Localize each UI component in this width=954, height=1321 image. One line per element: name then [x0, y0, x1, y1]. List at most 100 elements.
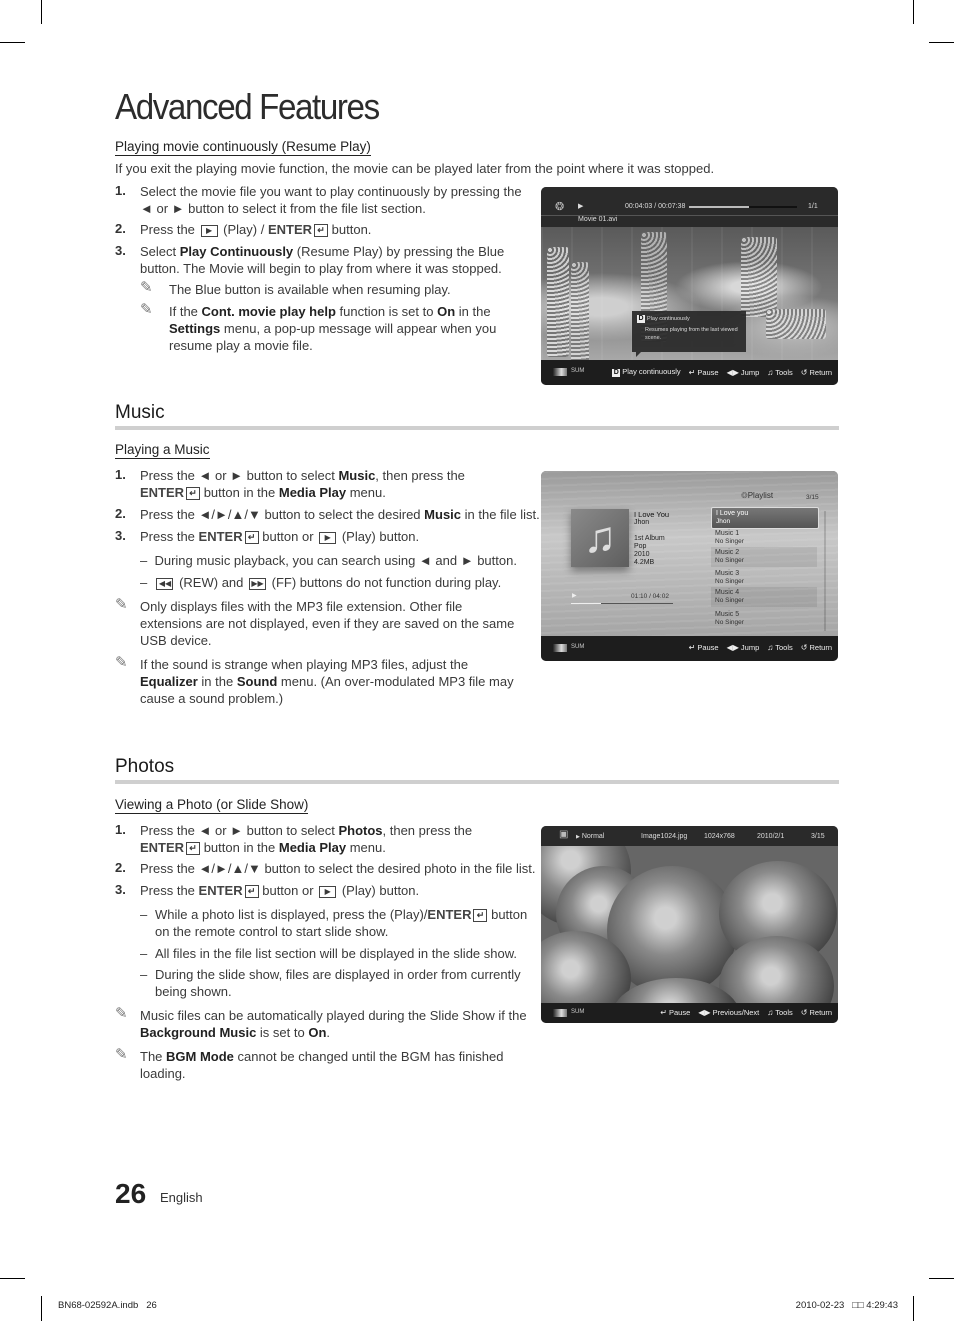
- enter-label: ENTER: [140, 840, 185, 855]
- enter-label: ENTER: [427, 907, 472, 922]
- playlist-item[interactable]: Music 5 No Singer: [711, 609, 817, 629]
- control-tools[interactable]: ♫ Tools: [767, 368, 793, 377]
- text: button or: [262, 883, 314, 898]
- step-text: Select Play Continuously (Resume Play) b…: [140, 243, 525, 277]
- file-name: Image1024.jpg: [641, 833, 688, 840]
- control-pause[interactable]: ↵ Pause: [689, 643, 719, 652]
- player-control-bar: SUM D Play continuously ↵ Pause ◀▶ Jump ♫ To…: [541, 360, 838, 385]
- bold-term: Settings: [169, 321, 221, 336]
- bold-term: Music: [424, 507, 462, 522]
- control-jump[interactable]: ◀▶ Jump: [727, 643, 760, 652]
- progress-bar[interactable]: [571, 603, 673, 604]
- usb-device-icon: [553, 1009, 567, 1017]
- playlist-item[interactable]: Music 3 No Singer: [711, 568, 817, 588]
- dash-item: All files in the file list section will …: [155, 946, 518, 961]
- step-text: Press the ◄ or ► button to select Music,…: [140, 467, 500, 501]
- text: , then press the: [375, 468, 465, 483]
- enter-key-icon: ↵: [186, 842, 201, 856]
- view-mode: ▶ Normal: [576, 833, 604, 840]
- control-pause[interactable]: ↵ Pause: [689, 368, 719, 377]
- control-jump[interactable]: ◀▶ Jump: [727, 368, 760, 377]
- text: button or: [262, 529, 314, 544]
- note-text: If the Cont. movie play help function is…: [169, 303, 514, 354]
- track-title: Music 2: [715, 549, 740, 556]
- text: in the: [458, 304, 491, 319]
- track-singer: No Singer: [715, 597, 744, 604]
- text: menu.: [349, 840, 386, 855]
- film-reel-icon: ❂: [555, 201, 565, 213]
- song-album: 1st Album: [634, 535, 665, 542]
- track-title: Music 1: [715, 530, 740, 537]
- playlist-item[interactable]: Music 4 No Singer: [711, 587, 817, 607]
- page-title: Advanced Features: [115, 86, 380, 127]
- song-size: 4.2MB: [634, 559, 655, 566]
- player-control-bar: SUM ↵ Pause ◀▶ Previous/Next ♫ Tools ↺ Retur…: [541, 1003, 838, 1023]
- playlist-item-selected[interactable]: I Love you Jhon: [711, 507, 819, 529]
- playlist-scrollbar[interactable]: [824, 511, 826, 631]
- movie-player-screenshot: ❂ ▶ 00:04:03 / 00:07:38 1/1 Movie 01.avi…: [541, 187, 838, 385]
- photo-date: 2010/2/1: [757, 833, 785, 840]
- dash-item: – ◀◀ (REW) and ▶▶ (FF) buttons do not fu…: [140, 575, 502, 590]
- file-count: 3/15: [811, 833, 825, 840]
- track-singer: No Singer: [715, 538, 744, 545]
- step-number: 1.: [115, 467, 126, 482]
- track-count: 3/15: [806, 494, 819, 501]
- control-label: Return: [809, 367, 832, 377]
- note-text: Only displays files with the MP3 file ex…: [140, 599, 515, 648]
- control-return[interactable]: ↺ Return: [801, 1008, 832, 1017]
- progress-bar[interactable]: [689, 206, 797, 208]
- control-pause[interactable]: ↵ Pause: [660, 1008, 690, 1017]
- control-return[interactable]: ↺ Return: [801, 643, 832, 652]
- text: The: [140, 1049, 163, 1064]
- bold-term: On: [308, 1025, 327, 1040]
- crop-mark: [929, 1278, 954, 1279]
- text: (Play) /: [223, 222, 265, 237]
- song-year: 2010: [634, 551, 650, 558]
- control-tools[interactable]: ♫ Tools: [767, 1008, 793, 1017]
- step-number: 2.: [115, 860, 126, 875]
- note-text: The Blue button is available when resumi…: [169, 282, 451, 297]
- control-label: Tools: [775, 1008, 793, 1017]
- control-play-continuously[interactable]: D Play continuously: [612, 367, 681, 377]
- text: Press the: [140, 529, 195, 544]
- text: (Play) button.: [341, 883, 420, 898]
- file-name: Movie 01.avi: [578, 216, 618, 223]
- playlist-item[interactable]: Music 2 No Singer: [711, 547, 817, 567]
- note-pencil-icon: ✎: [115, 654, 128, 671]
- print-slug-file: BN68-02592A.indb 26: [58, 1300, 157, 1311]
- text: menu.: [349, 485, 386, 500]
- player-control-bar: SUM ↵ Pause ◀▶ Jump ♫ Tools ↺ Return: [541, 636, 838, 661]
- rewind-key-icon: ◀◀: [156, 577, 174, 590]
- bold-term: Photos: [338, 823, 383, 838]
- step-number: 3.: [115, 882, 126, 897]
- text: function is set to: [339, 304, 434, 319]
- play-key-icon: ▶: [319, 885, 337, 898]
- crop-mark: [0, 42, 25, 43]
- control-label: Jump: [740, 643, 760, 652]
- step-text: Press the ENTER ↵ button or ▶ (Play) butt…: [140, 528, 530, 545]
- note-pencil-icon: ✎: [140, 301, 153, 318]
- play-key-icon: ▶: [319, 531, 337, 544]
- step-text: Press the ENTER ↵ button or ▶ (Play) butt…: [140, 882, 530, 899]
- text: Press the ◄/►/▲/▼ button to select the d…: [140, 507, 421, 522]
- control-return[interactable]: ↺ Return: [801, 368, 832, 377]
- play-state-icon: ▶: [578, 203, 584, 210]
- crop-mark: [41, 1296, 42, 1321]
- crop-mark: [913, 1296, 914, 1321]
- return-icon: ↺: [800, 367, 808, 377]
- page-number: 26: [115, 1178, 147, 1209]
- note-pencil-icon: ✎: [115, 596, 128, 613]
- control-previous-next[interactable]: ◀▶ Previous/Next: [698, 1008, 759, 1017]
- control-tools[interactable]: ♫ Tools: [767, 643, 793, 652]
- enter-key-icon: ↵: [244, 531, 259, 545]
- bold-term: Music: [338, 468, 376, 483]
- control-hints: ↵ Pause ◀▶ Jump ♫ Tools ↺ Return: [689, 643, 832, 652]
- playback-time: 01:10 / 04:02: [631, 593, 669, 600]
- text: While a photo list is displayed, press t…: [155, 907, 428, 922]
- control-label: Return: [809, 1008, 832, 1017]
- bold-term: Play Continuously: [179, 244, 294, 259]
- photos-subhead: Viewing a Photo (or Slide Show): [115, 797, 309, 814]
- control-label: Previous/Next: [712, 1008, 760, 1017]
- playlist-item[interactable]: Music 1 No Singer: [711, 528, 817, 548]
- text: (REW) and: [179, 575, 244, 590]
